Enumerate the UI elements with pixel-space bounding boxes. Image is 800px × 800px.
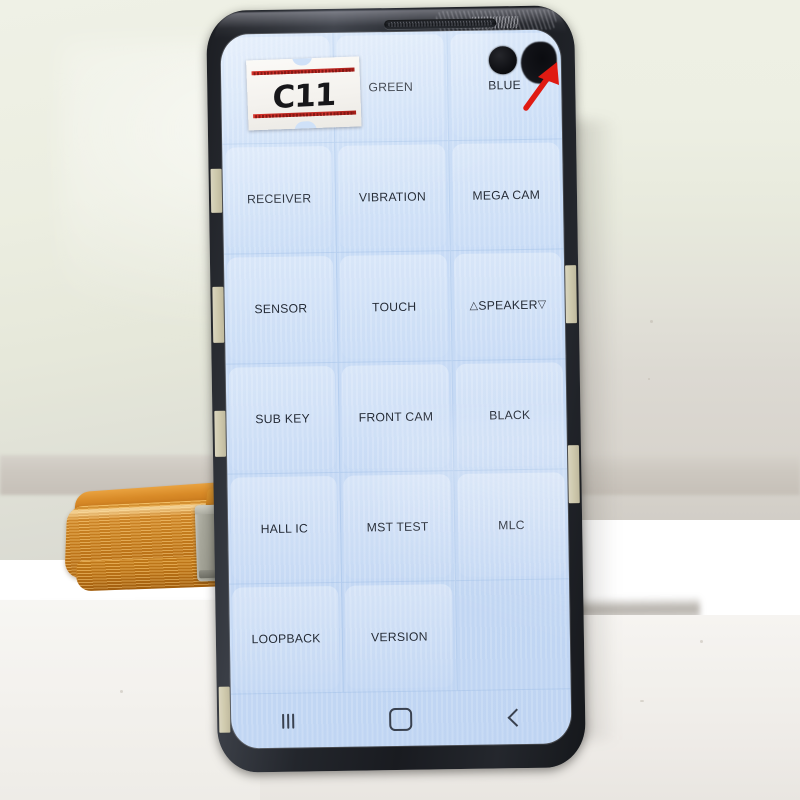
surface-speck: [640, 700, 644, 702]
back-icon: [507, 707, 526, 727]
adhesive-tape-tab: [218, 686, 231, 733]
photo-scene: GREEN BLUE RECEIVER VIBRATION: [0, 0, 800, 800]
adhesive-tape-tab: [214, 410, 227, 457]
surface-speck: [120, 690, 123, 693]
screen-glare: [386, 423, 572, 687]
android-navigation-bar: [231, 689, 572, 748]
test-button-label: SUB KEY: [255, 410, 311, 426]
test-button-hall-ic[interactable]: HALL IC: [227, 472, 343, 585]
recents-button[interactable]: [262, 703, 315, 738]
phone-device: GREEN BLUE RECEIVER VIBRATION: [206, 5, 586, 773]
wall-speck: [650, 320, 653, 323]
sticker-notch: [291, 56, 313, 66]
test-button-label: BLACK: [489, 407, 531, 423]
annotation-arrow-icon: [523, 62, 559, 111]
sticker-microtext: [253, 68, 353, 75]
adhesive-tape-tab: [210, 168, 223, 213]
back-button[interactable]: [488, 700, 541, 735]
test-button-label: HALL IC: [260, 520, 309, 536]
recents-icon: [281, 713, 294, 729]
earpiece-mesh: [388, 20, 493, 28]
test-button-label: FRONT CAM: [358, 408, 434, 425]
id-sticker: C11: [246, 56, 362, 131]
test-button-sub-key[interactable]: SUB KEY: [225, 362, 341, 475]
phone-frame: GREEN BLUE RECEIVER VIBRATION: [206, 5, 586, 773]
home-icon: [389, 707, 413, 731]
adhesive-tape-tab: [567, 445, 580, 504]
wall-speck: [648, 378, 650, 380]
surface-speck: [700, 640, 703, 643]
home-button[interactable]: [375, 702, 428, 737]
adhesive-tape-tab: [212, 286, 225, 343]
test-button-loopback[interactable]: LOOPBACK: [229, 582, 345, 695]
triangle-down-icon: ▽: [537, 298, 547, 311]
phone-screen[interactable]: GREEN BLUE RECEIVER VIBRATION: [220, 29, 572, 749]
test-button-label: LOOPBACK: [251, 630, 321, 646]
earpiece-speaker: [384, 18, 497, 30]
adhesive-tape-tab: [565, 265, 577, 324]
